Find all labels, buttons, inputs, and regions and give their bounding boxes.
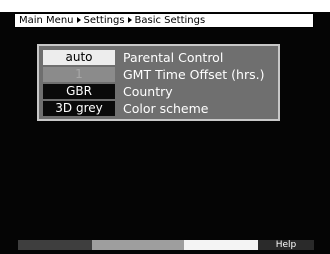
color-key-bar: Help	[18, 240, 314, 250]
chevron-right-icon	[127, 16, 132, 23]
breadcrumb: Main Menu Settings Basic Settings	[14, 13, 314, 28]
menu-row-gmt-offset[interactable]: 1 GMT Time Offset (hrs.)	[41, 66, 276, 83]
yellow-key[interactable]	[184, 240, 258, 250]
color-scheme-label: Color scheme	[123, 101, 209, 116]
tv-screen: Main Menu Settings Basic Settings auto Par…	[0, 0, 330, 254]
menu-row-parental-control[interactable]: auto Parental Control	[41, 49, 276, 66]
green-key[interactable]	[92, 240, 184, 250]
menu-row-color-scheme[interactable]: 3D grey Color scheme	[41, 100, 276, 117]
country-label: Country	[123, 84, 173, 99]
breadcrumb-item-settings[interactable]: Settings	[84, 15, 125, 26]
color-scheme-value[interactable]: 3D grey	[43, 101, 115, 116]
parental-control-label: Parental Control	[123, 50, 224, 65]
top-border	[0, 0, 330, 12]
settings-menu: auto Parental Control 1 GMT Time Offset …	[37, 44, 280, 121]
gmt-offset-value[interactable]: 1	[43, 67, 115, 82]
chevron-right-icon	[76, 16, 81, 23]
parental-control-value[interactable]: auto	[43, 50, 115, 65]
menu-row-country[interactable]: GBR Country	[41, 83, 276, 100]
breadcrumb-item-basic-settings: Basic Settings	[134, 15, 206, 26]
blue-key-help[interactable]: Help	[258, 240, 314, 250]
country-value[interactable]: GBR	[43, 84, 115, 99]
breadcrumb-item-main-menu[interactable]: Main Menu	[19, 15, 74, 26]
red-key[interactable]	[18, 240, 92, 250]
gmt-offset-label: GMT Time Offset (hrs.)	[123, 67, 265, 82]
